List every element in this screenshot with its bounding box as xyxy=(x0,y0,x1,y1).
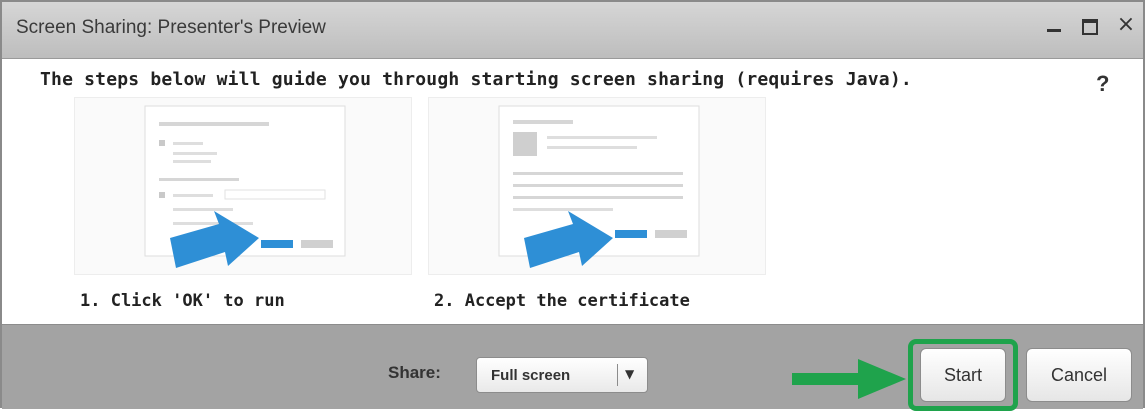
help-icon[interactable]: ? xyxy=(1096,71,1109,97)
screen-sharing-dialog: Screen Sharing: Presenter's Preview × Th… xyxy=(0,0,1145,411)
instructions-text: The steps below will guide you through s… xyxy=(40,69,912,90)
window-title: Screen Sharing: Presenter's Preview xyxy=(16,17,326,38)
window-controls: × xyxy=(1043,12,1137,38)
certificate-prompt-illustration xyxy=(498,105,700,268)
dialog-content: The steps below will guide you through s… xyxy=(2,59,1143,323)
maximize-icon[interactable] xyxy=(1079,12,1101,38)
cancel-button[interactable]: Cancel xyxy=(1026,348,1132,402)
step1-illustration xyxy=(74,97,412,275)
dropdown-divider xyxy=(617,364,618,386)
title-bar[interactable]: Screen Sharing: Presenter's Preview × xyxy=(2,2,1143,59)
dialog-footer: Share: Full screen ▼ Start Cancel xyxy=(2,324,1143,411)
close-icon[interactable]: × xyxy=(1115,12,1137,38)
step1-caption: 1. Click 'OK' to run xyxy=(80,291,285,311)
share-dropdown[interactable]: Full screen ▼ xyxy=(476,357,648,393)
step2-illustration xyxy=(428,97,766,275)
java-run-prompt-illustration xyxy=(144,105,346,268)
minimize-icon[interactable] xyxy=(1043,12,1065,38)
chevron-down-icon[interactable]: ▼ xyxy=(625,367,634,381)
green-arrow-icon xyxy=(792,359,906,399)
share-selected-value: Full screen xyxy=(491,367,571,384)
step2-caption: 2. Accept the certificate xyxy=(434,291,690,311)
share-label: Share: xyxy=(388,363,441,382)
start-button[interactable]: Start xyxy=(920,348,1006,402)
